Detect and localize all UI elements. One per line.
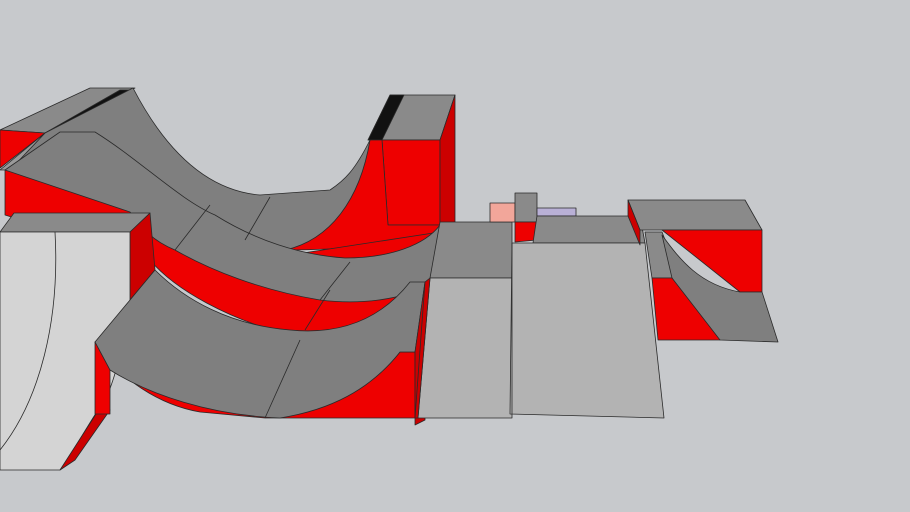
funbox-ramp-left bbox=[417, 277, 513, 419]
skatepark-3d-render bbox=[0, 0, 910, 512]
funbox-ramp-right bbox=[509, 242, 665, 419]
center-funbox bbox=[414, 192, 665, 419]
skatepark-model-canvas bbox=[0, 0, 910, 512]
front-left-deck bbox=[0, 212, 151, 233]
pink-block bbox=[489, 202, 516, 223]
funbox-top-right bbox=[532, 215, 646, 244]
right-quarter-deck bbox=[627, 199, 763, 231]
funbox-top-left bbox=[429, 221, 513, 279]
small-rail-block bbox=[514, 192, 538, 223]
lavender-rail bbox=[536, 207, 577, 217]
back-right-red-face bbox=[381, 139, 441, 226]
